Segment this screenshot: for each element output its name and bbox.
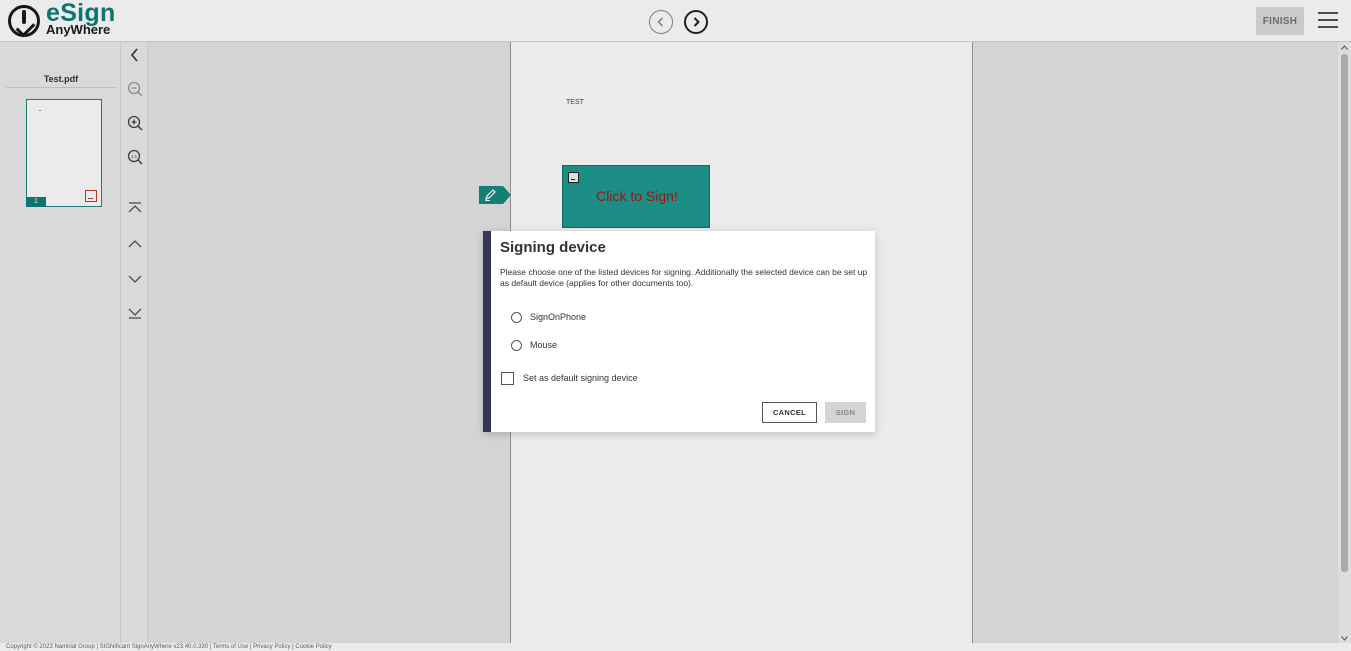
device-option-signonphone[interactable]: SignOnPhone xyxy=(511,310,586,324)
device-option-label: Mouse xyxy=(530,340,558,350)
esign-app: eSign AnyWhere FINISH Test.pdf 1 1:1 TES… xyxy=(0,0,1351,651)
default-device-checkbox-row[interactable]: Set as default signing device xyxy=(501,371,638,385)
dialog-title: Signing device xyxy=(500,239,606,256)
radio-button[interactable] xyxy=(511,339,522,351)
device-option-mouse[interactable]: Mouse xyxy=(511,338,557,352)
sign-button[interactable]: SIGN xyxy=(825,402,866,423)
signing-device-dialog: Signing device Please choose one of the … xyxy=(483,231,875,432)
default-device-checkbox[interactable] xyxy=(501,371,514,385)
radio-button[interactable] xyxy=(511,311,522,323)
device-option-label: SignOnPhone xyxy=(530,312,587,322)
default-device-label: Set as default signing device xyxy=(523,373,638,383)
dialog-description: Please choose one of the listed devices … xyxy=(500,267,868,288)
cancel-button[interactable]: CANCEL xyxy=(762,402,817,423)
